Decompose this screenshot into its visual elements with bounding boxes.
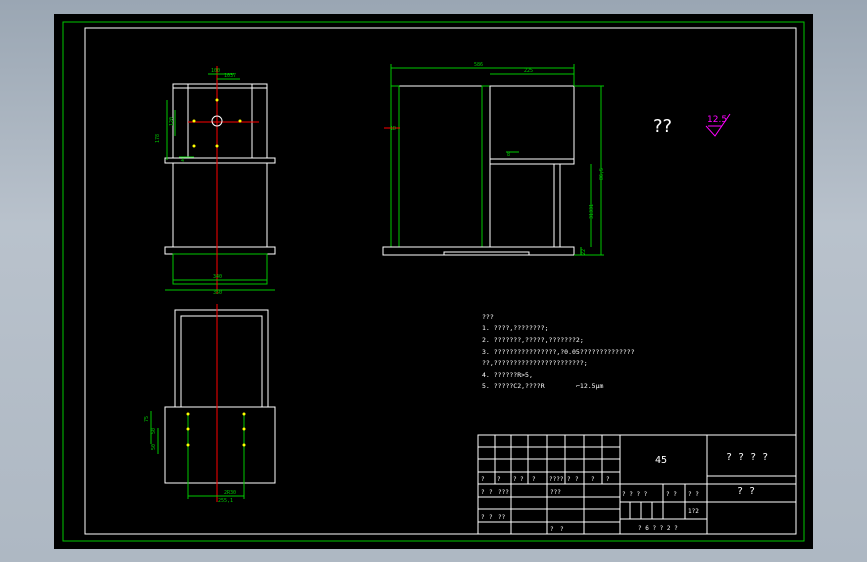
note-line: 1. ????,????????; (482, 324, 549, 332)
dim-text: 2R30 (224, 490, 236, 496)
cell-text: ??? (550, 489, 561, 496)
dim-text: 31331 (589, 204, 595, 219)
sheet-text: ? 6 ? ? 2 ? (638, 525, 678, 532)
dim-text: 100 (211, 68, 220, 74)
cell-text: ? (513, 476, 517, 483)
cell-text: ? (497, 476, 501, 483)
dim-text: 1037 (224, 73, 236, 79)
side-foot (443, 251, 530, 256)
front-hole (192, 119, 196, 123)
dim-text: 340 (213, 274, 222, 280)
dim-text: 50 (151, 428, 157, 434)
title-block-texts: 45 ? ? ? ? ? ? ? ? ? ? ? ???? ? ? ? ? ? … (481, 452, 768, 533)
cell-text: ? (567, 476, 571, 483)
plan-hole (242, 427, 246, 431)
dim-text: 8 (507, 152, 510, 158)
front-hole (192, 144, 196, 148)
plan-hole (186, 412, 190, 416)
cell-text: ? (606, 476, 610, 483)
plan-base (164, 406, 276, 484)
side-lower-box (489, 163, 561, 248)
cad-viewport: 100 1037 178 120 4 340 350 75 50 50 2R30… (0, 0, 867, 562)
dim-text: 586 (474, 62, 483, 68)
cell-text: ? (481, 514, 485, 521)
front-view (164, 66, 276, 294)
dim-text: 86,5 (599, 168, 605, 180)
note-line: ⌐12.5μm (576, 382, 603, 390)
side-view (382, 64, 604, 256)
cell-text: ?? (498, 514, 506, 521)
technical-notes: ??? 1. ????,????????; 2. ???????,?????,?… (482, 313, 635, 390)
front-bottom-flange (164, 246, 276, 255)
roughness-label: ?? (653, 116, 672, 137)
cell-text: ? (520, 476, 524, 483)
cell-text: ? (560, 526, 564, 533)
side-left-wall (390, 85, 400, 248)
dim-text: 178 (155, 134, 161, 143)
drawing-name: ? ? ? ? (726, 452, 768, 463)
cell-text: ? (575, 476, 579, 483)
front-lower-body (172, 162, 268, 248)
cell-text: ? (489, 514, 493, 521)
front-hole (215, 144, 219, 148)
front-upper-inner (187, 83, 253, 159)
cell-text: ? (489, 489, 493, 496)
dim-text: 120 (169, 117, 175, 126)
note-line: 3. ????????????????,?0.05?????????????? (482, 348, 635, 356)
side-body (390, 85, 491, 248)
note-line: 4. ??????R>5, (482, 371, 533, 379)
scale-text: 1?2 (688, 508, 699, 515)
side-upper-box (489, 85, 575, 160)
cell-text: ? (481, 476, 485, 483)
cell-text: ? (532, 476, 536, 483)
dim-text: 350 (213, 290, 222, 296)
cell-text: ? (591, 476, 595, 483)
side-right-wall (481, 85, 491, 248)
note-line: 5. ?????C2,????R (482, 382, 545, 390)
cell-text: ? (481, 489, 485, 496)
note-line: 2. ???????,?????,???????2; (482, 336, 584, 344)
plan-frame-outer (174, 309, 269, 408)
drawing-canvas: 100 1037 178 120 4 340 350 75 50 50 2R30… (62, 21, 805, 542)
front-upper-body (172, 83, 268, 159)
plan-frame-inner (180, 315, 263, 408)
dim-text: 4 (181, 158, 184, 164)
dim-text: 50 (151, 444, 157, 450)
scale-label: ? ? (688, 491, 699, 498)
side-shelf (489, 158, 575, 165)
company-name: ? ? (737, 486, 755, 497)
roughness-value: 12.5 (707, 115, 727, 125)
cell-text: ??? (498, 489, 509, 496)
outer-frame (62, 21, 805, 542)
cell-text: ? (550, 526, 554, 533)
notes-title: ??? (482, 313, 494, 321)
plan-hole (242, 412, 246, 416)
plan-hole (242, 443, 246, 447)
dim-text: 225 (524, 68, 533, 74)
side-base (382, 246, 575, 256)
title-block (477, 434, 797, 535)
weight-text: ? ? (666, 491, 677, 498)
front-hole (215, 98, 219, 102)
front-hole (238, 119, 242, 123)
dim-text: 1D (390, 126, 396, 132)
plan-hole (186, 427, 190, 431)
plan-hole (186, 443, 190, 447)
inner-frame (84, 27, 797, 535)
dim-text: 22 (581, 249, 587, 255)
cell-text: ???? (549, 476, 564, 483)
note-line: ??,???????????????????????; (482, 359, 588, 367)
plan-view (150, 304, 276, 502)
drawing-sheet: 100 1037 178 120 4 340 350 75 50 50 2R30… (54, 14, 813, 549)
dim-text: 255,1 (218, 498, 233, 504)
phase-text: ? ? ? ? (622, 491, 648, 498)
material-text: 45 (655, 455, 667, 466)
dim-text: 75 (144, 416, 150, 422)
